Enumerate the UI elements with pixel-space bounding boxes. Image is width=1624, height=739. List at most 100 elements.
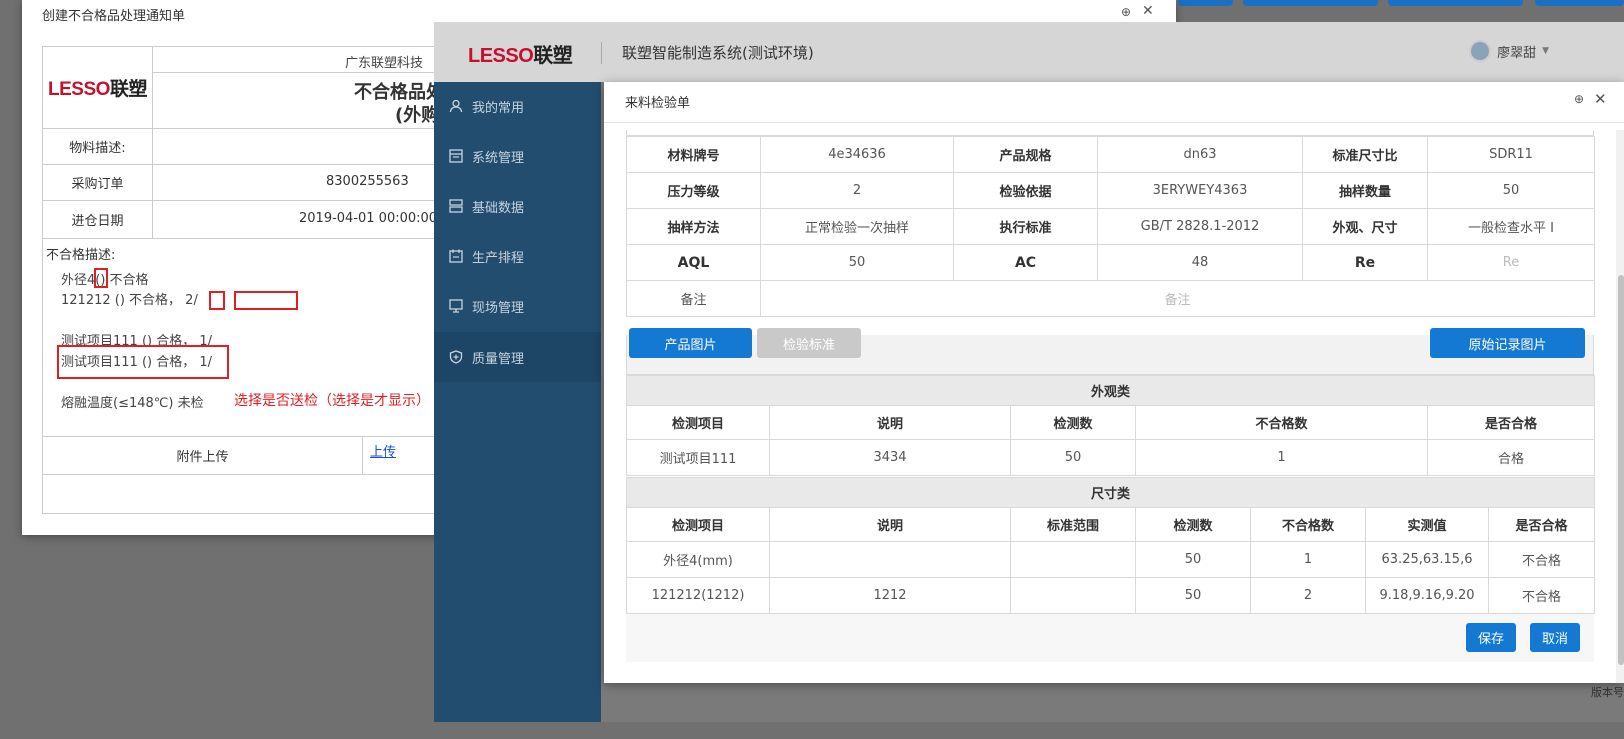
standard-value[interactable]: GB/T 2828.1-2012	[1097, 208, 1303, 245]
info-row: 备注 备注	[626, 280, 1595, 317]
inspection-standard-button[interactable]: 检验标准	[757, 328, 861, 358]
item-name: 外径4(mm)	[626, 541, 770, 578]
user-icon	[448, 98, 464, 114]
nav-quality[interactable]: 质量管理	[434, 332, 601, 382]
cancel-button[interactable]: 取消	[1530, 623, 1580, 652]
table-row: 外径4(mm) 50 1 63.25,63.15,6 不合格	[626, 541, 1596, 578]
item-result[interactable]: 合格	[1427, 439, 1595, 476]
table-row: 测试项目111 3434 50 1 合格	[626, 439, 1595, 476]
material-grade-value[interactable]: 4e34636	[760, 136, 954, 173]
nav-site[interactable]: 现场管理	[434, 282, 601, 330]
nav-basic-data[interactable]: 基础数据	[434, 182, 601, 230]
item-measured[interactable]: 63.25,63.15,6	[1365, 541, 1489, 578]
inspection-level-value[interactable]: 一般检查水平 I	[1427, 208, 1595, 245]
nav-favorites[interactable]: 我的常用	[434, 82, 601, 130]
company-name: 广东联塑科技	[345, 56, 424, 71]
field-label: 检验依据	[953, 172, 1098, 209]
field-label: AQL	[626, 244, 761, 281]
defect-line: 熔融温度(≤148℃) 未检	[61, 396, 204, 411]
nav-scheduling[interactable]: 生产排程	[434, 232, 601, 280]
shield-icon	[448, 349, 464, 365]
re-input[interactable]: Re	[1427, 244, 1595, 281]
field-label: 进仓日期	[43, 201, 153, 238]
pressure-grade-value[interactable]: 2	[760, 172, 954, 209]
item-name: 测试项目111	[626, 439, 770, 476]
item-desc	[769, 541, 1011, 578]
info-table: 材料牌号 4e34636 产品规格 dn63 标准尺寸比 SDR11 压力等级 …	[626, 136, 1595, 317]
item-result[interactable]: 不合格	[1487, 541, 1596, 578]
section-title: 外观类	[626, 375, 1595, 406]
ac-value[interactable]: 48	[1097, 244, 1303, 281]
field-label: 采购订单	[43, 165, 153, 200]
sdr-value[interactable]: SDR11	[1427, 136, 1595, 173]
field-label: 抽样方法	[626, 208, 761, 245]
item-defect-count[interactable]: 2	[1250, 577, 1366, 614]
version-label: 版本号	[1591, 686, 1624, 699]
item-desc: 3434	[769, 439, 1011, 476]
item-count[interactable]: 50	[1135, 577, 1251, 614]
info-row: 材料牌号 4e34636 产品规格 dn63 标准尺寸比 SDR11	[626, 136, 1595, 173]
item-name: 121212(1212)	[626, 577, 770, 614]
caret-down-icon: ▼	[1542, 46, 1549, 56]
monitor-icon	[448, 298, 464, 314]
nav-system[interactable]: 系统管理	[434, 132, 601, 180]
item-count[interactable]: 50	[1010, 439, 1136, 476]
top-button[interactable]	[1243, 0, 1378, 6]
highlight-box	[57, 345, 229, 379]
lesso-logo: LESSO联塑	[468, 45, 573, 67]
warehouse-date-value: 2019-04-01 00:00:00	[299, 211, 438, 226]
section-title: 尺寸类	[625, 477, 1596, 508]
zoom-icon[interactable]: ⊕	[1121, 5, 1131, 19]
field-label: 抽样数量	[1302, 172, 1428, 209]
dialog-title: 来料检验单	[625, 96, 691, 111]
product-images-button[interactable]: 产品图片	[629, 328, 752, 358]
close-icon[interactable]: ✕	[1594, 90, 1607, 108]
system-header: LESSO联塑 联塑智能制造系统(测试环境) 廖翠甜 ▼	[434, 22, 1624, 82]
top-button[interactable]	[1535, 0, 1624, 6]
info-row: AQL 50 AC 48 Re Re	[626, 244, 1595, 281]
aql-value[interactable]: 50	[760, 244, 954, 281]
avatar	[1469, 40, 1492, 62]
user-menu[interactable]: 廖翠甜 ▼	[1469, 40, 1549, 62]
system-icon	[448, 148, 464, 164]
table-header: 检测项目 说明 检测数 不合格数 是否合格	[626, 405, 1595, 440]
top-button[interactable]	[1178, 0, 1233, 6]
logo: LESSO联塑	[43, 47, 153, 128]
product-spec-value[interactable]: dn63	[1097, 136, 1303, 173]
original-record-images-button[interactable]: 原始记录图片	[1430, 328, 1585, 358]
scrollbar-thumb[interactable]	[1618, 275, 1624, 665]
annotation-text: 选择是否送检（选择是才显示）	[234, 393, 430, 409]
upload-link[interactable]: 上传	[370, 441, 396, 460]
field-label: 产品规格	[953, 136, 1098, 173]
item-measured[interactable]: 9.18,9.16,9.20	[1365, 577, 1489, 614]
highlight-box	[234, 291, 298, 310]
item-defect-count[interactable]: 1	[1250, 541, 1366, 578]
doc-subtitle: (外购	[395, 105, 440, 126]
dialog-title: 创建不合格品处理通知单	[42, 9, 186, 24]
field-label: 备注	[626, 280, 761, 317]
inspection-basis-value[interactable]: 3ERYWEY4363	[1097, 172, 1303, 209]
item-range	[1010, 577, 1136, 614]
field-label: 材料牌号	[626, 136, 761, 173]
item-desc: 1212	[769, 577, 1011, 614]
save-button[interactable]: 保存	[1466, 623, 1516, 652]
item-result[interactable]: 不合格	[1487, 577, 1596, 614]
info-row: 抽样方法 正常检验一次抽样 执行标准 GB/T 2828.1-2012 外观、尺…	[626, 208, 1595, 245]
field-label: AC	[953, 244, 1098, 281]
close-icon[interactable]: ✕	[1142, 3, 1154, 19]
defect-label: 不合格描述:	[46, 248, 116, 263]
sampling-method-value[interactable]: 正常检验一次抽样	[760, 208, 954, 245]
appearance-table: 外观类 检测项目 说明 检测数 不合格数 是否合格 测试项目111 3434 5…	[626, 375, 1595, 476]
system-name: 联塑智能制造系统(测试环境)	[622, 44, 814, 62]
field-label: 物料描述:	[43, 129, 153, 164]
item-defect-count[interactable]: 1	[1135, 439, 1428, 476]
dialog-footer	[626, 614, 1594, 662]
zoom-icon[interactable]: ⊕	[1574, 92, 1584, 106]
purchase-order-value: 8300255563	[326, 174, 409, 189]
item-count[interactable]: 50	[1135, 541, 1251, 578]
sample-qty-value[interactable]: 50	[1427, 172, 1595, 209]
field-label: 标准尺寸比	[1302, 136, 1428, 173]
remark-input[interactable]: 备注	[760, 280, 1595, 317]
highlight-box	[209, 291, 225, 310]
top-button[interactable]	[1388, 0, 1523, 6]
